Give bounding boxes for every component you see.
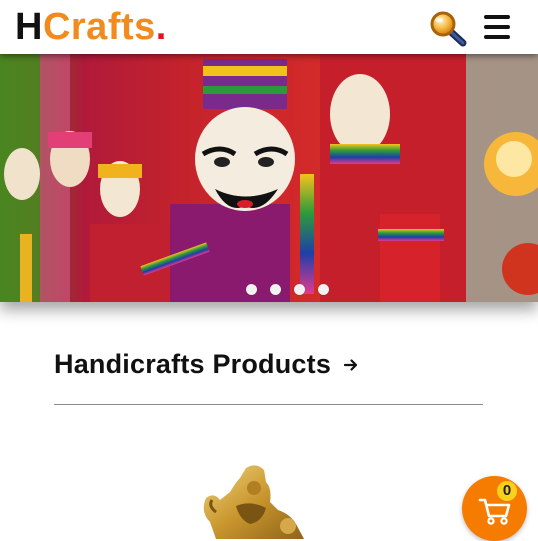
hamburger-menu-button[interactable] <box>484 15 514 43</box>
menu-bar-icon <box>484 15 510 19</box>
section-title: Handicrafts Products <box>54 349 332 379</box>
search-icon <box>430 11 467 47</box>
floating-cart-button[interactable] <box>462 476 527 541</box>
slider-pagination <box>246 284 329 295</box>
section-divider <box>54 404 483 405</box>
arrow-right-icon <box>343 358 358 371</box>
search-button[interactable] <box>428 10 468 48</box>
hero-slider[interactable] <box>0 54 538 302</box>
slider-dot[interactable] <box>246 284 257 295</box>
section-title-link[interactable]: Handicrafts Products <box>54 349 359 380</box>
shopping-cart-icon <box>478 498 511 525</box>
site-header: HCrafts. <box>0 0 538 54</box>
logo-word-crafts: Crafts <box>42 6 156 48</box>
site-logo[interactable]: HCrafts. <box>15 5 167 49</box>
logo-letter-h: H <box>15 6 43 48</box>
slider-dot[interactable] <box>270 284 281 295</box>
slide-lanterns-image <box>466 54 538 302</box>
menu-bar-icon <box>484 25 510 29</box>
product-card-image[interactable] <box>196 462 316 539</box>
cart-count-badge: 0 <box>497 481 517 501</box>
menu-bar-icon <box>484 35 510 39</box>
slider-dot[interactable] <box>294 284 305 295</box>
slide-puppets-image <box>0 54 466 302</box>
logo-dot: . <box>155 6 167 48</box>
brass-figurine-image <box>203 465 304 539</box>
slider-dot[interactable] <box>318 284 329 295</box>
